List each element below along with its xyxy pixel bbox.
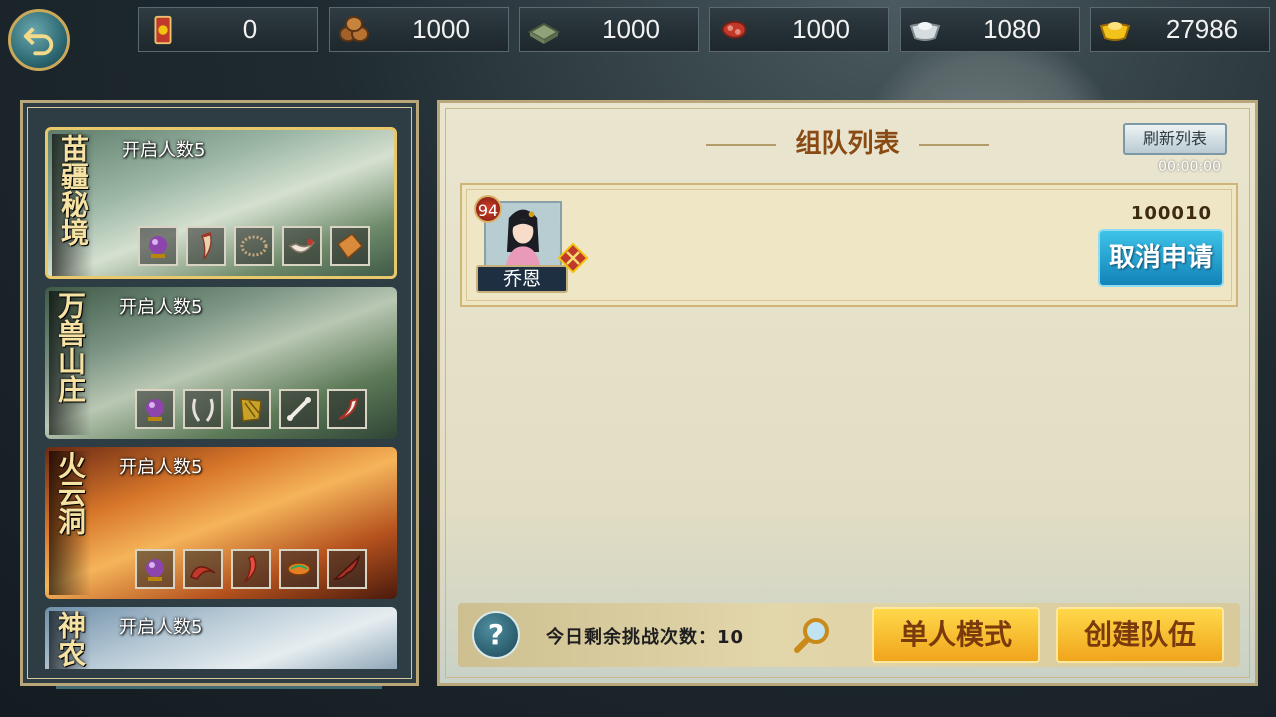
scale-icon[interactable] [279,549,319,589]
dungeon-card-shennong[interactable]: 神农 开启人数5 [45,607,397,669]
resource-stone-value: 1000 [602,14,660,44]
dungeon-name: 苗疆秘境 [52,134,94,276]
wing-icon[interactable] [327,549,367,589]
claw-icon[interactable] [282,226,322,266]
cancel-application-button[interactable]: 取消申请 [1098,229,1224,287]
resource-gold: 27986 [1090,7,1270,52]
back-button[interactable] [8,9,70,71]
resource-stone: 1000 [519,7,699,52]
resource-token-value: 0 [242,14,258,44]
necklace-icon[interactable] [234,226,274,266]
team-list-panel: 组队列表 刷新列表 00:00:00 94 乔恩 100010 取消申请 ? 今… [437,100,1258,686]
dungeon-capacity: 开启人数5 [122,140,206,161]
dungeon-name: 火云洞 [49,451,91,595]
title-divider-left [706,143,777,146]
back-arrow-icon [23,27,54,56]
single-mode-button[interactable]: 单人模式 [872,607,1040,663]
tooth-icon[interactable] [327,389,367,429]
dungeon-name: 万兽山庄 [49,291,91,435]
resource-silver: 1080 [900,7,1080,52]
reward-items [138,226,370,266]
dungeon-list-panel: 苗疆秘境 开启人数5 万兽山庄 开启人数5 火云洞 开启人数5 神农 开启人数5 [20,100,419,686]
dungeon-capacity: 开启人数5 [119,297,203,318]
horn-icon[interactable] [183,389,223,429]
create-team-button[interactable]: 创建队伍 [1056,607,1224,663]
meat-icon [714,10,754,50]
resource-wood-value: 1000 [412,14,470,44]
wood-icon [334,10,374,50]
dungeon-card-wanshou[interactable]: 万兽山庄 开启人数5 [45,287,397,439]
player-name: 乔恩 [476,265,568,293]
silver-ingot-icon [905,10,945,50]
fang-icon[interactable] [186,226,226,266]
fur-icon[interactable] [231,389,271,429]
crossed-swords-icon [557,242,589,274]
title-divider-right [918,143,989,146]
dungeon-capacity: 开启人数5 [119,617,203,638]
refresh-timer: 00:00:00 [1158,159,1221,175]
list-scrollbar[interactable] [56,686,382,689]
fire-claw-icon[interactable] [183,549,223,589]
purple-orb-icon[interactable] [135,549,175,589]
resource-meat-value: 1000 [792,14,850,44]
resource-gold-value: 27986 [1165,14,1239,44]
purple-orb-icon[interactable] [135,389,175,429]
dungeon-capacity: 开启人数5 [119,457,203,478]
red-horn-icon[interactable] [231,549,271,589]
team-row[interactable]: 94 乔恩 100010 取消申请 [460,183,1238,307]
dungeon-name: 神农 [49,611,91,669]
bone-icon[interactable] [279,389,319,429]
magnifier-icon[interactable] [792,613,836,657]
purple-orb-icon[interactable] [138,226,178,266]
resource-wood: 1000 [329,7,509,52]
stone-icon [524,10,564,50]
resource-silver-value: 1080 [983,14,1041,44]
dungeon-card-miaojiang[interactable]: 苗疆秘境 开启人数5 [45,127,397,279]
refresh-list-button[interactable]: 刷新列表 [1123,123,1227,155]
gold-ingot-icon [1095,10,1135,50]
team-power: 100010 [1130,203,1212,224]
resource-meat: 1000 [709,7,889,52]
help-button[interactable]: ? [472,611,520,659]
leather-icon[interactable] [330,226,370,266]
reward-items [135,389,367,429]
reward-items [135,549,367,589]
bottom-action-bar: ? 今日剩余挑战次数：10 单人模式 创建队伍 [458,603,1240,667]
remaining-attempts: 今日剩余挑战次数：10 [546,627,745,648]
resource-token: 0 [138,7,318,52]
panel-title: 组队列表 [795,129,900,159]
token-icon [143,10,183,50]
dungeon-card-huoyun[interactable]: 火云洞 开启人数5 [45,447,397,599]
player-level-badge: 94 [474,195,502,223]
